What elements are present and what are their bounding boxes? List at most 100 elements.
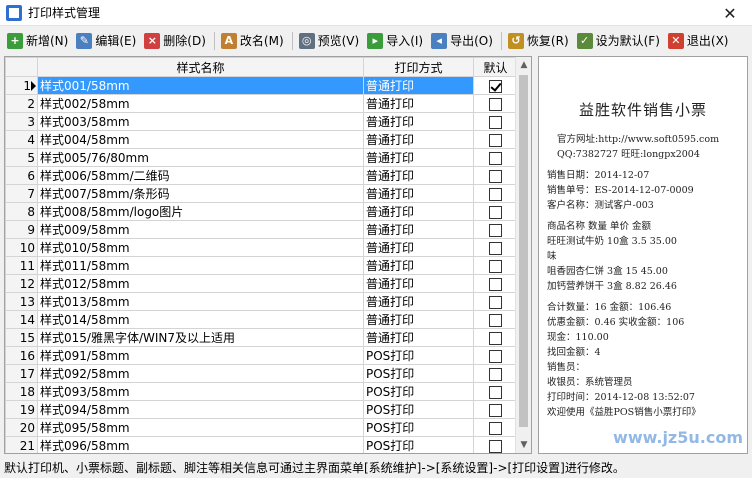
- table-row[interactable]: 10 样式010/58mm 普通打印: [5, 238, 518, 257]
- default-checkbox[interactable]: [489, 97, 502, 111]
- import-button[interactable]: ▸ 导入(I): [364, 30, 426, 52]
- default-checkbox[interactable]: [489, 205, 502, 219]
- print-mode-cell[interactable]: 普通打印: [363, 184, 474, 203]
- style-name-cell[interactable]: 样式013/58mm: [37, 292, 364, 311]
- table-row[interactable]: 5 样式005/76/80mm 普通打印: [5, 148, 518, 167]
- delete-button[interactable]: × 删除(D): [141, 30, 209, 52]
- table-row[interactable]: 1 样式001/58mm 普通打印: [5, 76, 518, 95]
- table-row[interactable]: 20 样式095/58mm POS打印: [5, 418, 518, 437]
- default-checkbox[interactable]: [489, 223, 502, 237]
- column-header-mode[interactable]: 打印方式: [363, 57, 474, 77]
- rename-button[interactable]: A 改名(M): [218, 30, 287, 52]
- default-checkbox[interactable]: [489, 403, 502, 417]
- scroll-down-arrow-icon[interactable]: ▼: [516, 437, 531, 453]
- print-mode-cell[interactable]: 普通打印: [363, 220, 474, 239]
- default-checkbox[interactable]: [489, 79, 502, 93]
- export-button[interactable]: ◂ 导出(O): [428, 30, 496, 52]
- print-mode-cell[interactable]: 普通打印: [363, 328, 474, 347]
- print-mode-cell[interactable]: 普通打印: [363, 76, 474, 95]
- table-row[interactable]: 13 样式013/58mm 普通打印: [5, 292, 518, 311]
- add-button[interactable]: + 新增(N): [4, 30, 71, 52]
- default-checkbox[interactable]: [489, 133, 502, 147]
- style-name-cell[interactable]: 样式009/58mm: [37, 220, 364, 239]
- print-mode-cell[interactable]: 普通打印: [363, 310, 474, 329]
- style-name-cell[interactable]: 样式092/58mm: [37, 364, 364, 383]
- table-row[interactable]: 9 样式009/58mm 普通打印: [5, 220, 518, 239]
- exit-button[interactable]: ✕ 退出(X): [665, 30, 732, 52]
- style-name-cell[interactable]: 样式091/58mm: [37, 346, 364, 365]
- style-name-cell[interactable]: 样式006/58mm/二维码: [37, 166, 364, 185]
- style-name-cell[interactable]: 样式012/58mm: [37, 274, 364, 293]
- default-checkbox[interactable]: [489, 367, 502, 381]
- default-checkbox[interactable]: [489, 241, 502, 255]
- print-mode-cell[interactable]: POS打印: [363, 346, 474, 365]
- default-checkbox[interactable]: [489, 187, 502, 201]
- table-row[interactable]: 7 样式007/58mm/条形码 普通打印: [5, 184, 518, 203]
- table-row[interactable]: 14 样式014/58mm 普通打印: [5, 310, 518, 329]
- print-mode-cell[interactable]: POS打印: [363, 382, 474, 401]
- table-row[interactable]: 3 样式003/58mm 普通打印: [5, 112, 518, 131]
- style-name-cell[interactable]: 样式095/58mm: [37, 418, 364, 437]
- default-checkbox[interactable]: [489, 295, 502, 309]
- table-row[interactable]: 15 样式015/雅黑字体/WIN7及以上适用 普通打印: [5, 328, 518, 347]
- default-checkbox[interactable]: [489, 439, 502, 453]
- print-mode-cell[interactable]: 普通打印: [363, 274, 474, 293]
- print-mode-cell[interactable]: POS打印: [363, 364, 474, 383]
- table-row[interactable]: 4 样式004/58mm 普通打印: [5, 130, 518, 149]
- default-checkbox[interactable]: [489, 313, 502, 327]
- print-mode-cell[interactable]: POS打印: [363, 436, 474, 453]
- style-name-cell[interactable]: 样式001/58mm: [37, 76, 364, 95]
- style-name-cell[interactable]: 样式002/58mm: [37, 94, 364, 113]
- table-row[interactable]: 17 样式092/58mm POS打印: [5, 364, 518, 383]
- print-mode-cell[interactable]: 普通打印: [363, 202, 474, 221]
- set-default-button[interactable]: ✓ 设为默认(F): [574, 30, 663, 52]
- style-name-cell[interactable]: 样式093/58mm: [37, 382, 364, 401]
- column-header-default[interactable]: 默认: [473, 57, 518, 77]
- style-name-cell[interactable]: 样式094/58mm: [37, 400, 364, 419]
- table-row[interactable]: 8 样式008/58mm/logo图片 普通打印: [5, 202, 518, 221]
- table-row[interactable]: 12 样式012/58mm 普通打印: [5, 274, 518, 293]
- print-mode-cell[interactable]: 普通打印: [363, 256, 474, 275]
- default-checkbox[interactable]: [489, 385, 502, 399]
- style-name-cell[interactable]: 样式014/58mm: [37, 310, 364, 329]
- print-mode-cell[interactable]: 普通打印: [363, 166, 474, 185]
- table-row[interactable]: 16 样式091/58mm POS打印: [5, 346, 518, 365]
- default-checkbox[interactable]: [489, 421, 502, 435]
- style-name-cell[interactable]: 样式015/雅黑字体/WIN7及以上适用: [37, 328, 364, 347]
- scroll-up-arrow-icon[interactable]: ▲: [516, 57, 531, 73]
- table-row[interactable]: 18 样式093/58mm POS打印: [5, 382, 518, 401]
- style-name-cell[interactable]: 样式004/58mm: [37, 130, 364, 149]
- style-name-cell[interactable]: 样式007/58mm/条形码: [37, 184, 364, 203]
- style-name-cell[interactable]: 样式096/58mm: [37, 436, 364, 453]
- style-name-cell[interactable]: 样式005/76/80mm: [37, 148, 364, 167]
- restore-button[interactable]: ↺ 恢复(R): [505, 30, 572, 52]
- print-mode-cell[interactable]: 普通打印: [363, 148, 474, 167]
- style-name-cell[interactable]: 样式010/58mm: [37, 238, 364, 257]
- table-row[interactable]: 6 样式006/58mm/二维码 普通打印: [5, 166, 518, 185]
- table-row[interactable]: 11 样式011/58mm 普通打印: [5, 256, 518, 275]
- print-mode-cell[interactable]: 普通打印: [363, 130, 474, 149]
- table-row[interactable]: 19 样式094/58mm POS打印: [5, 400, 518, 419]
- column-header-name[interactable]: 样式名称: [37, 57, 364, 77]
- print-mode-cell[interactable]: POS打印: [363, 418, 474, 437]
- print-mode-cell[interactable]: 普通打印: [363, 112, 474, 131]
- print-mode-cell[interactable]: 普通打印: [363, 292, 474, 311]
- print-mode-cell[interactable]: 普通打印: [363, 94, 474, 113]
- table-row[interactable]: 21 样式096/58mm POS打印: [5, 436, 518, 453]
- scroll-thumb[interactable]: [519, 75, 528, 427]
- vertical-scrollbar[interactable]: ▲ ▼: [515, 57, 531, 453]
- default-checkbox[interactable]: [489, 277, 502, 291]
- style-name-cell[interactable]: 样式003/58mm: [37, 112, 364, 131]
- table-row[interactable]: 2 样式002/58mm 普通打印: [5, 94, 518, 113]
- default-checkbox[interactable]: [489, 115, 502, 129]
- window-close-button[interactable]: ✕: [708, 0, 752, 26]
- default-checkbox[interactable]: [489, 169, 502, 183]
- edit-button[interactable]: ✎ 编辑(E): [73, 30, 139, 52]
- default-checkbox[interactable]: [489, 331, 502, 345]
- style-name-cell[interactable]: 样式008/58mm/logo图片: [37, 202, 364, 221]
- style-name-cell[interactable]: 样式011/58mm: [37, 256, 364, 275]
- default-checkbox[interactable]: [489, 349, 502, 363]
- default-checkbox[interactable]: [489, 151, 502, 165]
- preview-button[interactable]: ◎ 预览(V): [296, 30, 363, 52]
- print-mode-cell[interactable]: POS打印: [363, 400, 474, 419]
